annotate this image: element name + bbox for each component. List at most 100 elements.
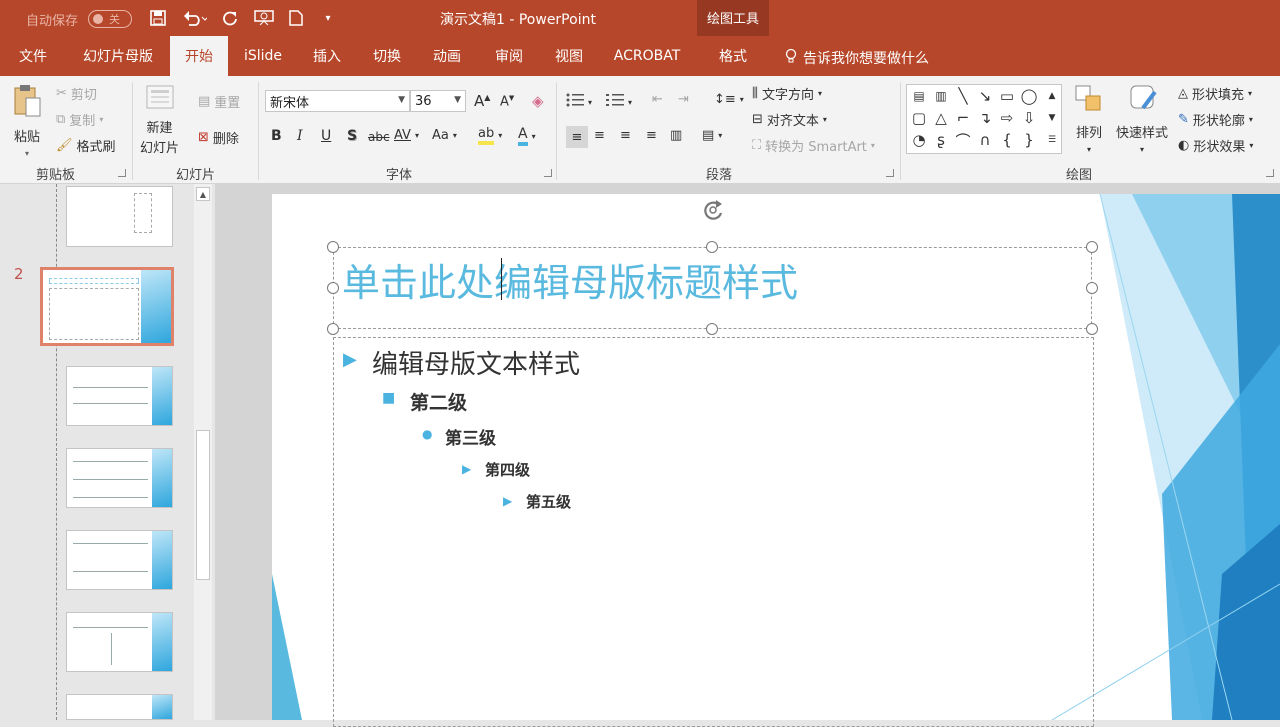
tab-animations[interactable]: 动画 — [422, 36, 472, 76]
arrow-line-icon[interactable]: ↘ — [975, 87, 995, 105]
gallery-up-icon[interactable]: ▲ — [1043, 87, 1061, 105]
align-text-button[interactable]: ⊟ 对齐文本 ▾ — [752, 110, 827, 129]
autosave-toggle[interactable]: 关 — [88, 10, 132, 28]
slide-thumbnail[interactable] — [66, 448, 173, 508]
right-brace-icon[interactable]: } — [1019, 131, 1039, 149]
slide-thumbnail[interactable] — [66, 612, 173, 672]
align-center-button[interactable]: ≡ — [594, 128, 605, 143]
arc-icon[interactable]: ∩ — [975, 131, 995, 149]
text-box-icon[interactable]: ▤ — [909, 87, 929, 105]
increase-indent-button[interactable]: ⇥ — [678, 92, 689, 107]
strikethrough-button[interactable]: abc — [368, 130, 390, 144]
body-level3-text[interactable]: 第三级 — [445, 424, 496, 449]
font-size-combo[interactable]: 36 ▼ — [410, 90, 466, 112]
rotate-handle-icon[interactable] — [699, 197, 727, 223]
tab-transitions[interactable]: 切换 — [362, 36, 412, 76]
customize-qat-icon[interactable]: ▾ — [320, 8, 336, 28]
tab-format[interactable]: 格式 — [705, 36, 761, 76]
save-icon[interactable] — [148, 8, 168, 28]
body-level2-text[interactable]: 第二级 — [410, 388, 467, 415]
scrollbar-thumb[interactable] — [196, 430, 210, 580]
character-spacing-button[interactable]: AV ▾ — [394, 128, 419, 143]
master-title-text[interactable]: 单击此处编辑母版标题样式 — [342, 252, 798, 307]
new-slide-button[interactable]: 新建 幻灯片 — [140, 84, 179, 157]
present-icon[interactable] — [253, 8, 275, 28]
tell-me-search[interactable]: 告诉我你想要做什么 — [785, 48, 929, 68]
justify-button[interactable]: ≡ — [646, 128, 657, 143]
grow-font-button[interactable]: A▲ — [474, 92, 490, 110]
paragraph-launcher-icon[interactable] — [886, 169, 894, 177]
tab-review[interactable]: 审阅 — [484, 36, 534, 76]
down-arrow-icon[interactable]: ⇩ — [1019, 109, 1039, 127]
tab-insert[interactable]: 插入 — [302, 36, 352, 76]
resize-handle[interactable] — [327, 323, 339, 335]
convert-smartart-button[interactable]: ⛶ 转换为 SmartArt ▾ — [752, 136, 875, 155]
tab-acrobat[interactable]: ACROBAT — [606, 36, 688, 76]
underline-button[interactable]: U — [321, 128, 331, 144]
resize-handle[interactable] — [327, 241, 339, 253]
scroll-up-icon[interactable]: ▲ — [196, 187, 210, 201]
line-icon[interactable]: ╲ — [953, 87, 973, 105]
slide-thumbnail[interactable] — [66, 694, 173, 720]
rounded-rectangle-icon[interactable]: ▢ — [909, 109, 929, 127]
slide-thumbnail[interactable] — [66, 366, 173, 426]
clear-formatting-button[interactable]: ◈ — [532, 92, 544, 110]
columns-button[interactable]: ▤ ▾ — [702, 128, 722, 143]
left-brace-icon[interactable]: { — [997, 131, 1017, 149]
oval-icon[interactable]: ◯ — [1019, 87, 1039, 105]
tab-file[interactable]: 文件 — [8, 36, 58, 76]
numbering-button[interactable]: ▾ — [606, 92, 632, 112]
delete-slide-button[interactable]: ⊠ 删除 — [198, 128, 239, 147]
bold-button[interactable]: B — [271, 128, 282, 144]
format-painter-button[interactable]: 🖌 格式刷 — [56, 136, 116, 155]
curve-icon[interactable]: ⌒ — [953, 131, 973, 150]
rectangle-icon[interactable]: ▭ — [997, 87, 1017, 105]
shapes-gallery[interactable]: ▤ ▥ ╲ ↘ ▭ ◯ ▢ △ ⌐ ↴ ⇨ ⇩ ◔ ʂ ⌒ ∩ { } ▲ ▼ … — [906, 84, 1062, 154]
italic-button[interactable]: I — [297, 128, 303, 144]
redo-icon[interactable] — [220, 8, 240, 28]
tab-islide[interactable]: iSlide — [234, 36, 292, 76]
body-level4-text[interactable]: 第四级 — [485, 459, 530, 480]
shadow-button[interactable]: S — [347, 128, 357, 144]
drawing-launcher-icon[interactable] — [1266, 169, 1274, 177]
body-level1-text[interactable]: 编辑母版文本样式 — [372, 344, 580, 381]
quick-styles-button[interactable]: 快速样式 ▾ — [1116, 84, 1168, 154]
align-left-button[interactable]: ≡ — [566, 126, 588, 148]
new-file-icon[interactable] — [287, 8, 305, 28]
distributed-button[interactable]: ▥ — [670, 128, 682, 143]
text-direction-button[interactable]: ⫼ 文字方向 ▾ — [752, 84, 822, 103]
highlight-button[interactable]: ab ▾ — [478, 126, 502, 145]
arrange-button[interactable]: 排列 ▾ — [1074, 84, 1104, 154]
tab-slide-master[interactable]: 幻灯片母版 — [72, 36, 164, 76]
right-arrow-icon[interactable]: ⇨ — [997, 109, 1017, 127]
vertical-text-box-icon[interactable]: ▥ — [931, 87, 951, 105]
triangle-icon[interactable]: △ — [931, 109, 951, 127]
scribble-icon[interactable]: ʂ — [931, 131, 951, 149]
copy-button[interactable]: ⧉ 复制 ▾ — [56, 110, 103, 129]
resize-handle[interactable] — [1086, 241, 1098, 253]
resize-handle[interactable] — [1086, 323, 1098, 335]
font-name-combo[interactable]: 新宋体 ▼ — [265, 90, 410, 112]
freeform-icon[interactable]: ◔ — [909, 131, 929, 149]
resize-handle[interactable] — [1086, 282, 1098, 294]
clipboard-launcher-icon[interactable] — [118, 169, 126, 177]
font-color-button[interactable]: A ▾ — [518, 126, 536, 146]
elbow-arrow-icon[interactable]: ↴ — [975, 109, 995, 127]
tab-home[interactable]: 开始 — [170, 36, 228, 76]
bullets-button[interactable]: ▾ — [566, 92, 592, 112]
change-case-button[interactable]: Aa ▾ — [432, 128, 457, 143]
font-launcher-icon[interactable] — [544, 169, 552, 177]
undo-icon[interactable] — [180, 8, 210, 28]
shape-outline-button[interactable]: ✎ 形状轮廓 ▾ — [1178, 110, 1253, 129]
resize-handle[interactable] — [327, 282, 339, 294]
elbow-connector-icon[interactable]: ⌐ — [953, 109, 973, 127]
line-spacing-button[interactable]: ↕≡ ▾ — [714, 92, 744, 107]
cut-button[interactable]: ✂ 剪切 — [56, 84, 97, 103]
gallery-more-icon[interactable]: ☰ — [1043, 131, 1061, 149]
slide-thumbnail[interactable] — [66, 530, 173, 590]
decrease-indent-button[interactable]: ⇤ — [652, 92, 663, 107]
tab-view[interactable]: 视图 — [544, 36, 594, 76]
shape-effects-button[interactable]: ◐ 形状效果 ▾ — [1178, 136, 1253, 155]
body-level5-text[interactable]: 第五级 — [526, 491, 571, 512]
shrink-font-button[interactable]: A▼ — [500, 94, 514, 109]
